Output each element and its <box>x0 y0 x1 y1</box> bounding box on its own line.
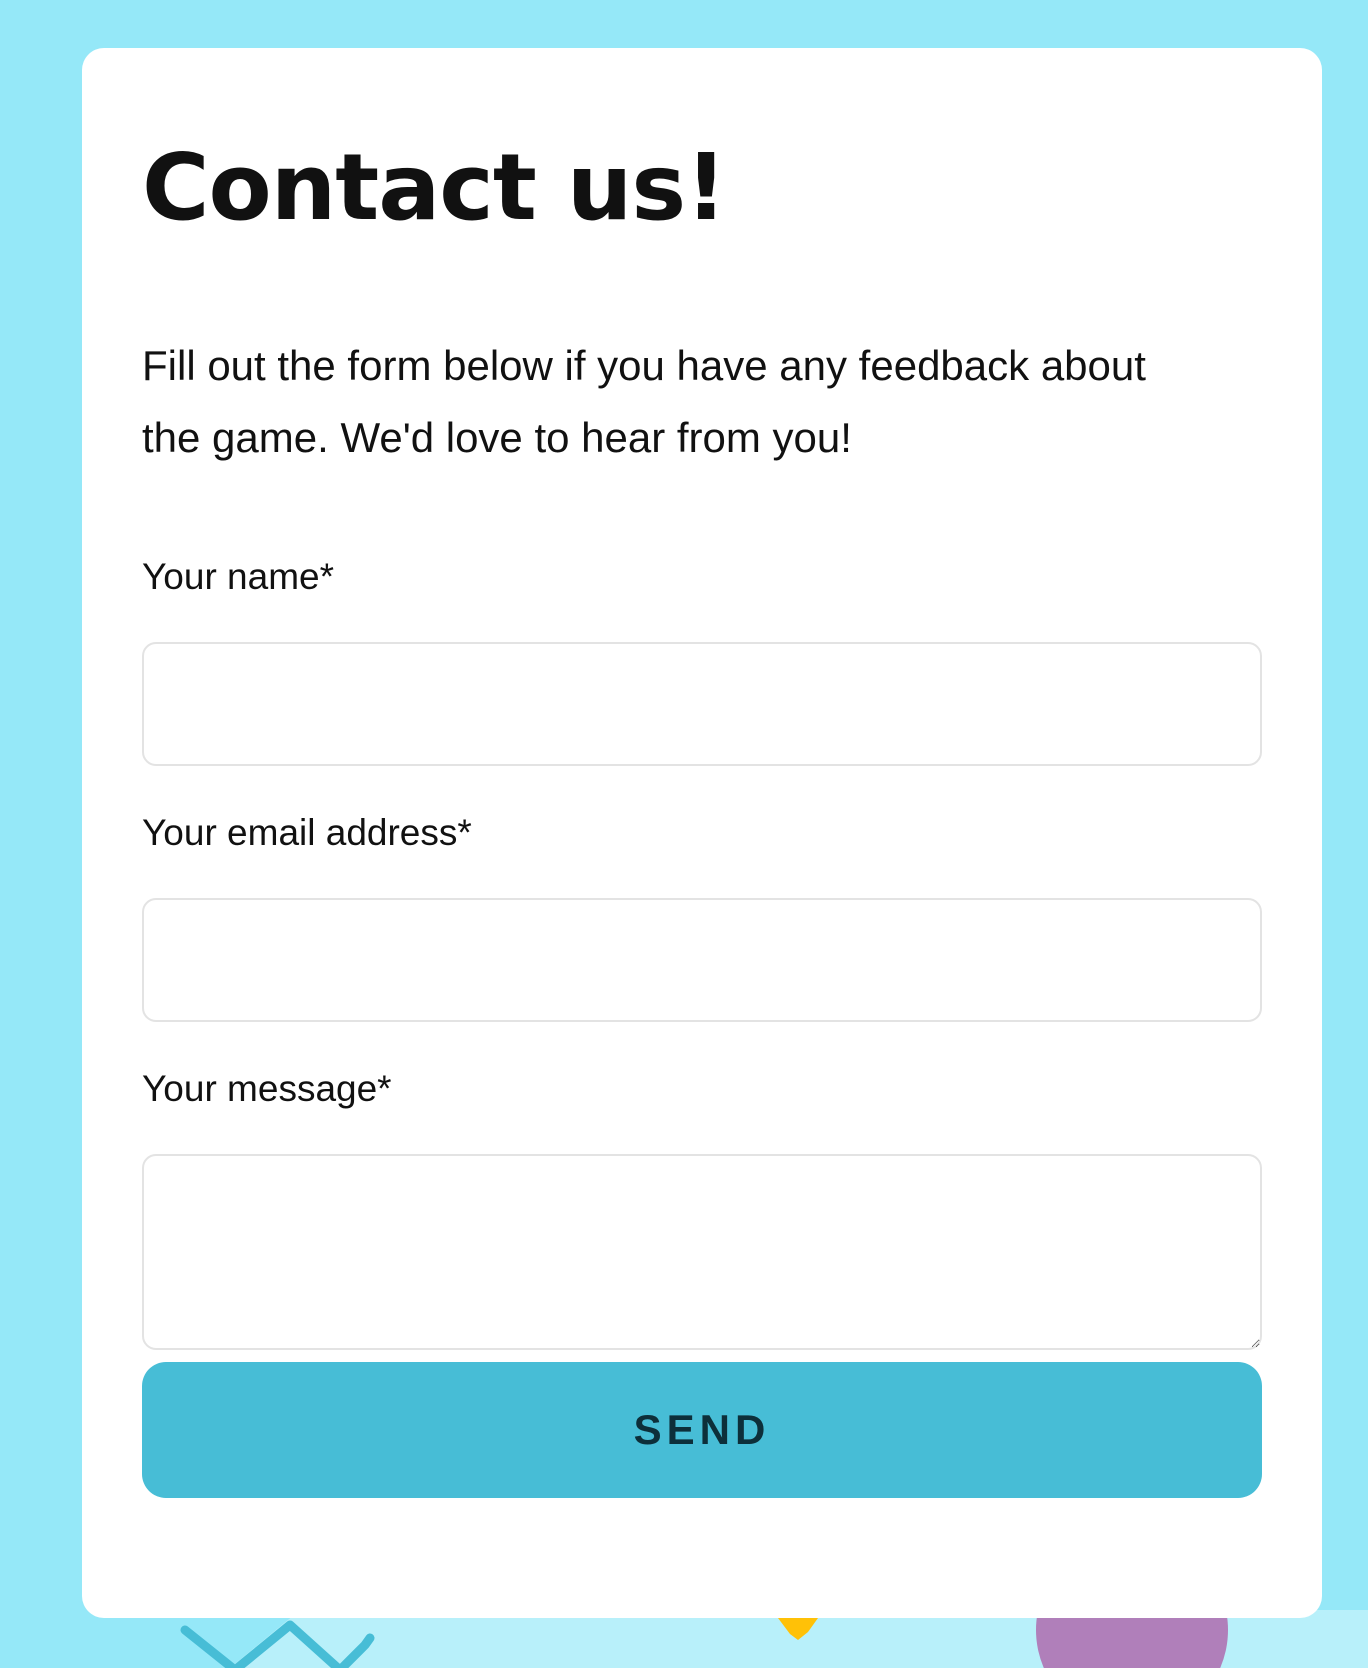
send-button[interactable]: SEND <box>142 1362 1262 1498</box>
contact-card: Contact us! Fill out the form below if y… <box>82 48 1322 1618</box>
name-input[interactable] <box>142 642 1262 766</box>
name-label: Your name* <box>142 556 334 597</box>
email-label: Your email address* <box>142 812 472 853</box>
intro-text: Fill out the form below if you have any … <box>142 342 1146 461</box>
email-input[interactable] <box>142 898 1262 1022</box>
message-textarea[interactable] <box>142 1154 1262 1350</box>
message-label: Your message* <box>142 1068 392 1109</box>
page-title: Contact us! <box>142 134 727 241</box>
